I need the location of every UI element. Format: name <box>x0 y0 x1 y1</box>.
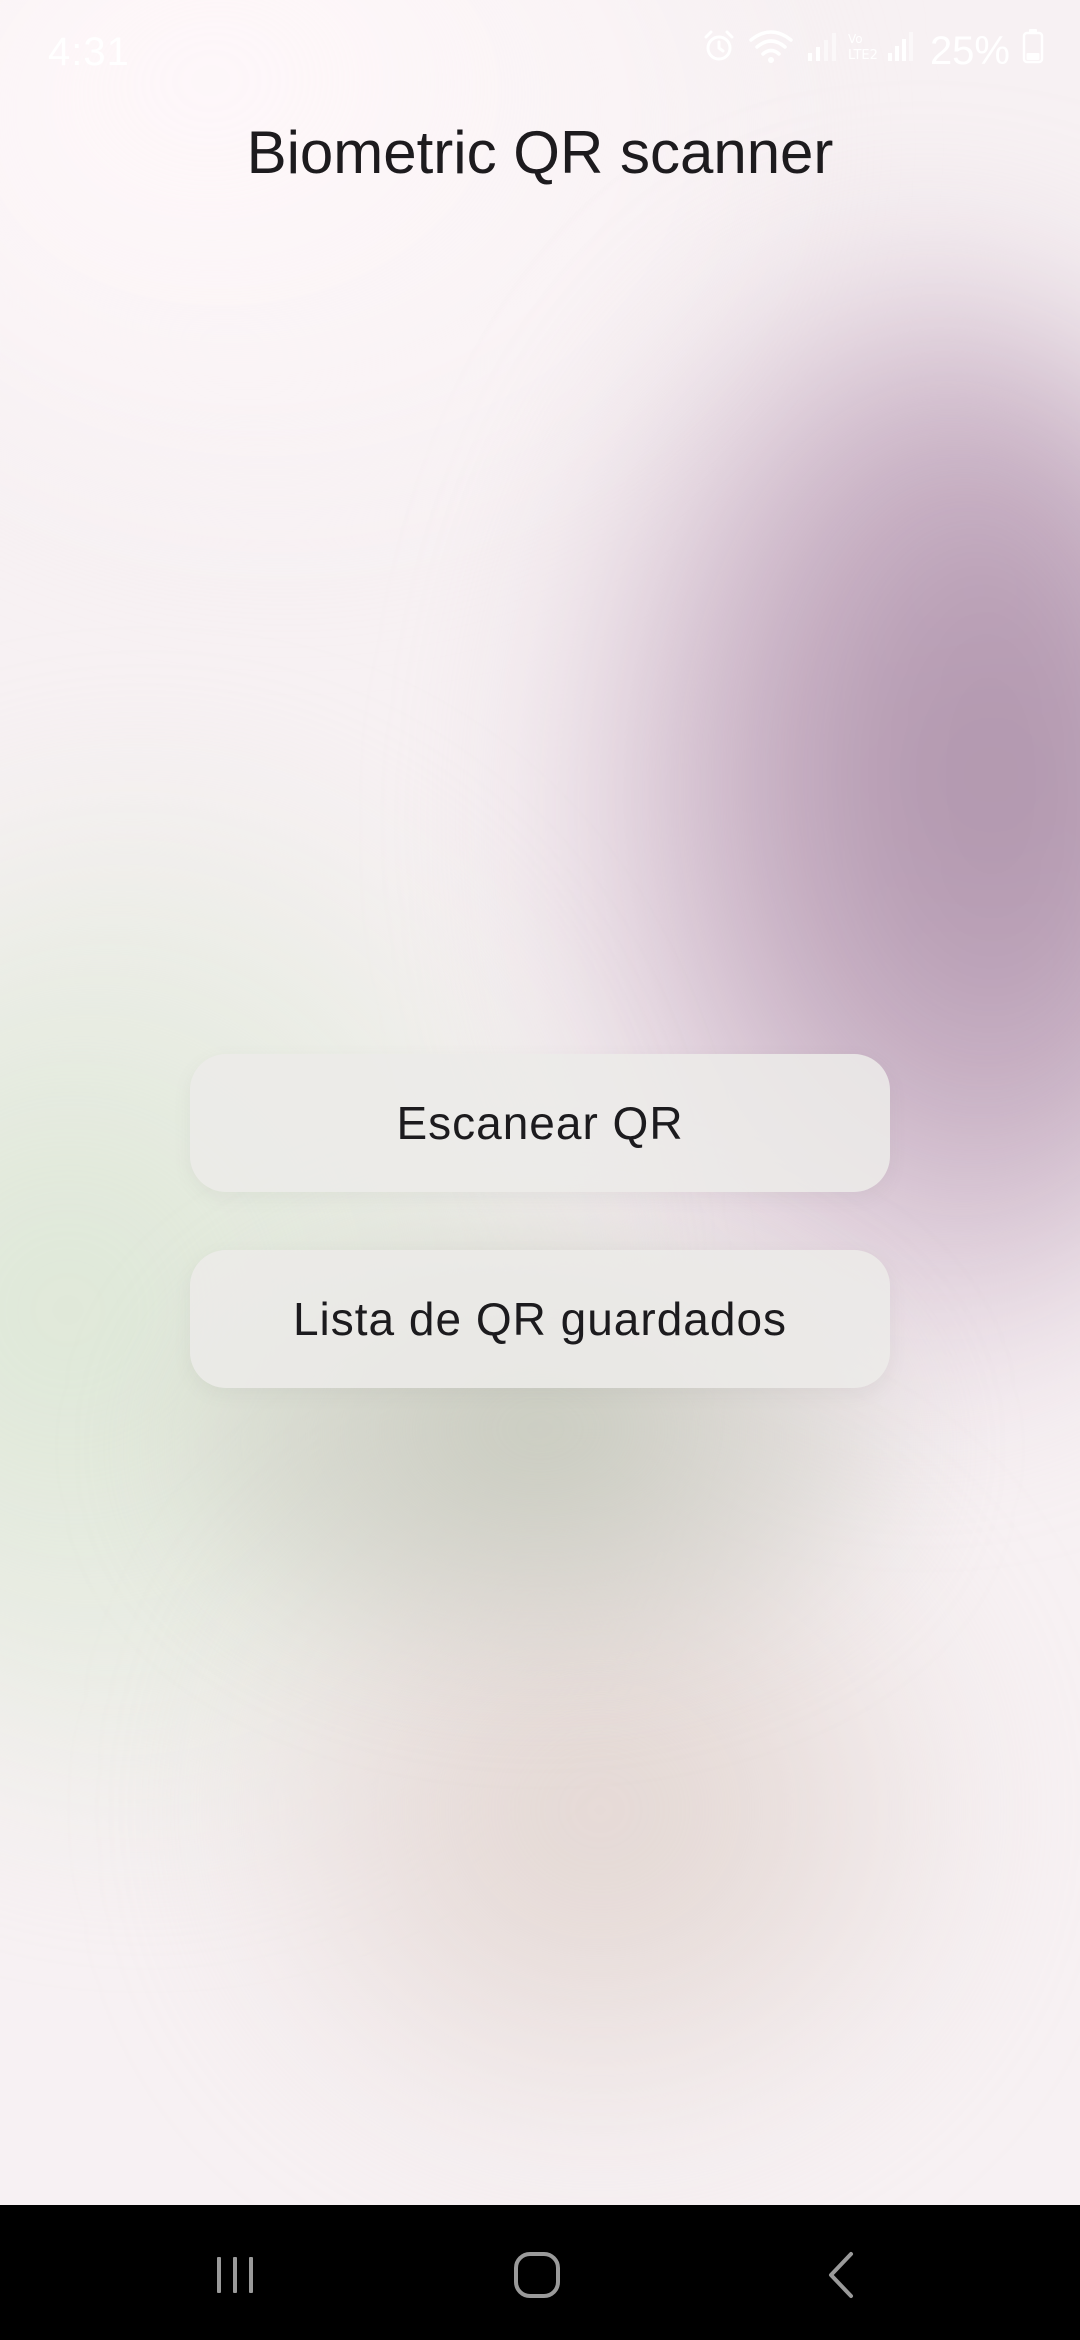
alarm-icon <box>702 29 736 73</box>
saved-qr-list-button[interactable]: Lista de QR guardados <box>190 1250 890 1388</box>
battery-icon <box>1022 28 1044 74</box>
navigation-bar <box>0 2205 1080 2340</box>
wifi-icon <box>748 28 794 74</box>
background-glow-purple <box>560 280 1080 1380</box>
recents-icon[interactable] <box>200 2240 270 2310</box>
status-time: 4:31 <box>48 30 130 74</box>
signal-icon <box>806 30 836 73</box>
svg-text:LTE2: LTE2 <box>848 48 878 63</box>
status-icons: Vo LTE2 25% <box>702 26 1044 76</box>
back-icon[interactable] <box>806 2240 876 2310</box>
scan-qr-button[interactable]: Escanear QR <box>190 1054 890 1192</box>
svg-text:Vo: Vo <box>848 32 863 46</box>
app-title: Biometric QR scanner <box>246 119 834 186</box>
status-bar: 4:31 Vo LTE2 25% <box>0 0 1080 104</box>
lte-signal-icon: Vo LTE2 <box>848 29 918 73</box>
battery-percentage: 25% <box>929 28 1010 73</box>
app-screen: 4:31 Vo LTE2 25% Biometric QR scanner Es… <box>0 0 1080 2340</box>
home-icon[interactable] <box>502 2240 572 2310</box>
